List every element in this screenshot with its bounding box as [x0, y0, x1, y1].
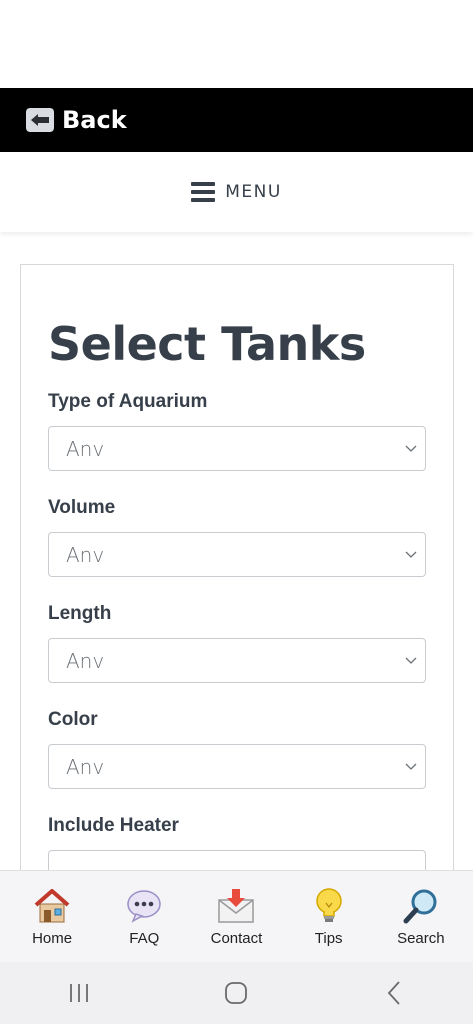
nav-item-search[interactable]: Search — [381, 886, 461, 947]
type-of-aquarium-select[interactable]: Anv — [48, 426, 426, 471]
recent-apps-icon — [69, 984, 88, 1002]
bottom-nav: Home FAQ Contact Tips Search — [0, 870, 473, 962]
menu-toggle[interactable]: MENU — [0, 152, 473, 232]
page-title: Select Tanks — [48, 317, 366, 371]
color-select[interactable]: Anv — [48, 744, 426, 789]
magnifier-icon — [401, 886, 441, 926]
length-select[interactable]: Anv — [48, 638, 426, 683]
chevron-down-icon — [405, 763, 417, 770]
nav-label: Tips — [314, 930, 343, 947]
home-button[interactable] — [206, 973, 266, 1013]
filter-card: Select Tanks Type of Aquarium Anv Volume… — [20, 264, 454, 870]
main-content: Select Tanks Type of Aquarium Anv Volume… — [0, 232, 473, 870]
chevron-down-icon — [405, 551, 417, 558]
field-label-type-of-aquarium: Type of Aquarium — [48, 391, 208, 412]
envelope-icon — [216, 886, 256, 926]
back-button[interactable]: Back — [26, 106, 127, 134]
select-value: Anv — [66, 436, 105, 461]
nav-item-faq[interactable]: FAQ — [104, 886, 184, 947]
house-icon — [32, 886, 72, 926]
recent-apps-button[interactable] — [49, 973, 109, 1013]
nav-label: Contact — [210, 930, 263, 947]
chevron-left-icon — [387, 981, 400, 1005]
nav-item-contact[interactable]: Contact — [196, 886, 276, 947]
back-label: Back — [62, 106, 127, 134]
chevron-down-icon — [405, 657, 417, 664]
home-circle-icon — [225, 982, 248, 1004]
nav-label: Home — [32, 930, 73, 947]
volume-select[interactable]: Anv — [48, 532, 426, 577]
back-arrow-icon — [26, 108, 54, 132]
field-label-color: Color — [48, 709, 98, 730]
system-back-button[interactable] — [364, 973, 424, 1013]
include-heater-select[interactable] — [48, 850, 426, 870]
select-value: Anv — [66, 648, 105, 673]
system-nav-bar — [0, 962, 473, 1024]
field-label-include-heater: Include Heater — [48, 815, 179, 836]
status-bar-area — [0, 0, 473, 88]
hamburger-icon — [191, 182, 216, 202]
field-label-length: Length — [48, 603, 112, 624]
select-value: Anv — [66, 754, 105, 779]
back-bar: Back — [0, 88, 473, 152]
nav-item-tips[interactable]: Tips — [289, 886, 369, 947]
field-label-volume: Volume — [48, 497, 116, 518]
nav-label: Search — [397, 930, 445, 947]
speech-bubble-icon — [124, 886, 164, 926]
menu-label: MENU — [225, 182, 282, 202]
select-value: Anv — [66, 542, 105, 567]
nav-label: FAQ — [129, 930, 160, 947]
nav-item-home[interactable]: Home — [12, 886, 92, 947]
chevron-down-icon — [405, 445, 417, 452]
lightbulb-icon — [309, 886, 349, 926]
